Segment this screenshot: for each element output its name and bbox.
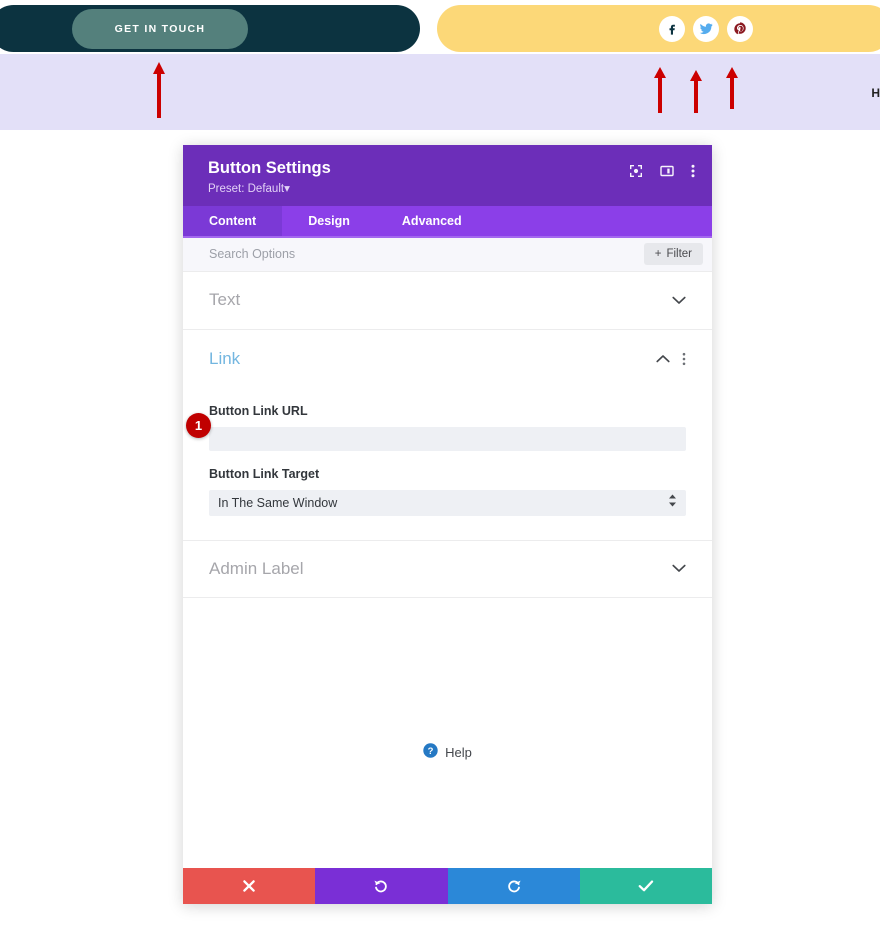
button-link-url-input[interactable]	[209, 426, 686, 451]
search-filter-row: + Filter	[183, 237, 712, 272]
annotation-arrow-pinterest	[723, 65, 741, 111]
undo-button[interactable]	[315, 867, 448, 904]
help-label: Help	[445, 745, 472, 761]
section-text[interactable]: Text	[183, 272, 712, 330]
preset-label: Preset: Default	[208, 182, 285, 195]
section-link[interactable]: Link	[183, 330, 712, 388]
button-link-target-select[interactable]: In The Same Window In The New Tab	[209, 489, 686, 516]
step-badge-1: 1	[186, 413, 211, 438]
get-in-touch-button[interactable]: GET IN TOUCH	[72, 9, 248, 49]
svg-text:?: ?	[428, 746, 434, 757]
cut-off-text: H	[871, 86, 880, 100]
modal-header: Button Settings Preset: Default▾	[183, 145, 712, 206]
preset-caret-icon: ▾	[284, 182, 290, 195]
help-icon: ?	[423, 742, 438, 763]
section-link-actions	[656, 352, 686, 366]
button-link-target-label: Button Link Target	[209, 466, 320, 481]
button-link-url-label: Button Link URL	[209, 403, 308, 418]
modal-header-titles: Button Settings Preset: Default▾	[208, 158, 331, 195]
button-link-target-select-wrap: In The Same Window In The New Tab	[209, 489, 686, 516]
redo-icon	[506, 878, 522, 894]
section-admin-label-title: Admin Label	[209, 558, 304, 578]
modal-footer	[183, 867, 712, 904]
check-icon	[638, 879, 654, 893]
tab-content[interactable]: Content	[183, 205, 283, 236]
button-link-url-field: Button Link URL	[183, 388, 712, 451]
chevron-up-icon[interactable]	[656, 354, 670, 363]
chevron-down-icon[interactable]	[672, 564, 686, 573]
modal-header-icons	[629, 164, 695, 178]
section-link-title: Link	[209, 348, 241, 368]
filter-label: Filter	[666, 248, 692, 261]
section-text-title: Text	[209, 290, 241, 310]
plus-icon: +	[654, 248, 662, 261]
facebook-icon[interactable]	[659, 15, 685, 42]
more-options-icon[interactable]	[691, 164, 695, 178]
get-in-touch-label: GET IN TOUCH	[114, 23, 206, 35]
filter-button[interactable]: + Filter	[643, 243, 703, 266]
button-link-target-field: Button Link Target In The Same Window In…	[183, 451, 712, 516]
yellow-header-bar	[437, 5, 880, 52]
redo-button[interactable]	[447, 867, 580, 904]
annotation-band	[0, 54, 880, 130]
pinterest-icon[interactable]	[727, 15, 753, 42]
annotation-arrow-facebook	[651, 65, 669, 115]
modal-body: Text Link Button Link URL Button Link Ta…	[183, 271, 712, 868]
twitter-icon[interactable]	[693, 15, 719, 42]
tab-design[interactable]: Design	[282, 206, 376, 236]
section-admin-label[interactable]: Admin Label	[183, 539, 712, 598]
tab-advanced[interactable]: Advanced	[376, 206, 488, 236]
close-icon	[242, 879, 256, 893]
annotation-arrow-twitter	[687, 68, 705, 115]
undo-icon	[373, 878, 389, 894]
button-settings-modal: Button Settings Preset: Default▾ Content…	[183, 145, 712, 904]
search-input[interactable]	[209, 247, 509, 262]
save-button[interactable]	[579, 867, 712, 904]
cancel-button[interactable]	[183, 867, 316, 904]
annotation-arrow-cta	[150, 60, 168, 120]
chevron-down-icon[interactable]	[672, 296, 686, 305]
field-spacer	[183, 516, 712, 540]
layout-panel-icon[interactable]	[660, 164, 674, 178]
focus-icon[interactable]	[629, 164, 643, 178]
modal-tabs: Content Design Advanced	[183, 205, 712, 238]
help-link[interactable]: ? Help	[183, 598, 712, 868]
page-title: Button Settings	[208, 159, 331, 177]
section-link-more-icon[interactable]	[682, 352, 686, 366]
site-top-strip: GET IN TOUCH	[0, 0, 880, 54]
preset-selector[interactable]: Preset: Default▾	[208, 181, 331, 195]
